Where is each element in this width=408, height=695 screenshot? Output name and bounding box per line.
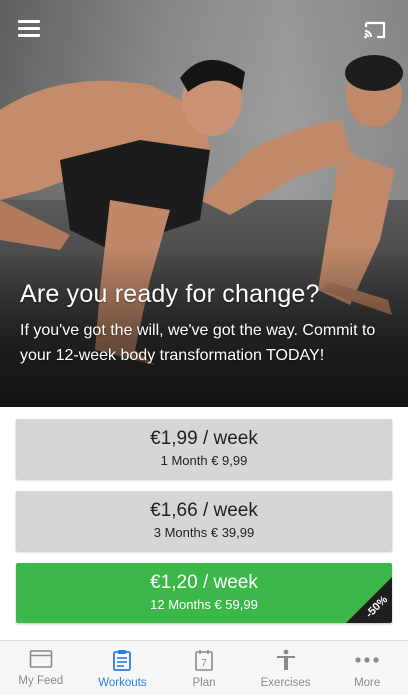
tab-more[interactable]: More — [326, 641, 408, 695]
plan-total: 3 Months € 39,99 — [153, 525, 255, 540]
tab-label: My Feed — [18, 675, 64, 687]
tab-my-feed[interactable]: My Feed — [0, 641, 82, 695]
plan-list: €1,99 / week 1 Month € 9,99 €1,66 / week… — [16, 419, 392, 635]
tab-exercises[interactable]: Exercises — [245, 641, 327, 695]
plan-12-months-button[interactable]: €1,20 / week 12 Months € 59,99 -50% — [16, 563, 392, 623]
person-icon — [276, 649, 295, 670]
tab-label: Workouts — [98, 677, 147, 689]
hamburger-menu-icon[interactable] — [18, 20, 40, 38]
tab-label: More — [354, 677, 381, 689]
calendar-icon-number: 7 — [201, 658, 207, 669]
bottom-tab-bar: My Feed Workouts 7 Plan Exercises More — [0, 640, 408, 695]
clipboard-icon — [113, 650, 132, 671]
hero-headline: Are you ready for change? — [20, 280, 320, 308]
cast-icon[interactable] — [363, 20, 387, 40]
plan-1-month-button[interactable]: €1,99 / week 1 Month € 9,99 — [16, 419, 392, 479]
plan-price: €1,99 / week — [150, 428, 258, 449]
hero-subline: If you've got the will, we've got the wa… — [20, 322, 376, 364]
tab-label: Exercises — [260, 677, 311, 689]
plan-total: 1 Month € 9,99 — [160, 453, 248, 468]
tab-workouts[interactable]: Workouts — [82, 641, 164, 695]
feed-icon — [29, 650, 53, 668]
plan-price: €1,66 / week — [150, 500, 258, 521]
plan-3-months-button[interactable]: €1,66 / week 3 Months € 39,99 — [16, 491, 392, 551]
tab-label: Plan — [192, 677, 216, 689]
more-dots-icon — [355, 657, 379, 663]
calendar-icon: 7 — [195, 650, 213, 671]
hero-banner: Are you ready for change? If you've got … — [0, 0, 408, 407]
plan-price: €1,20 / week — [150, 572, 258, 593]
tab-plan[interactable]: 7 Plan — [163, 641, 245, 695]
plan-total: 12 Months € 59,99 — [150, 597, 258, 612]
